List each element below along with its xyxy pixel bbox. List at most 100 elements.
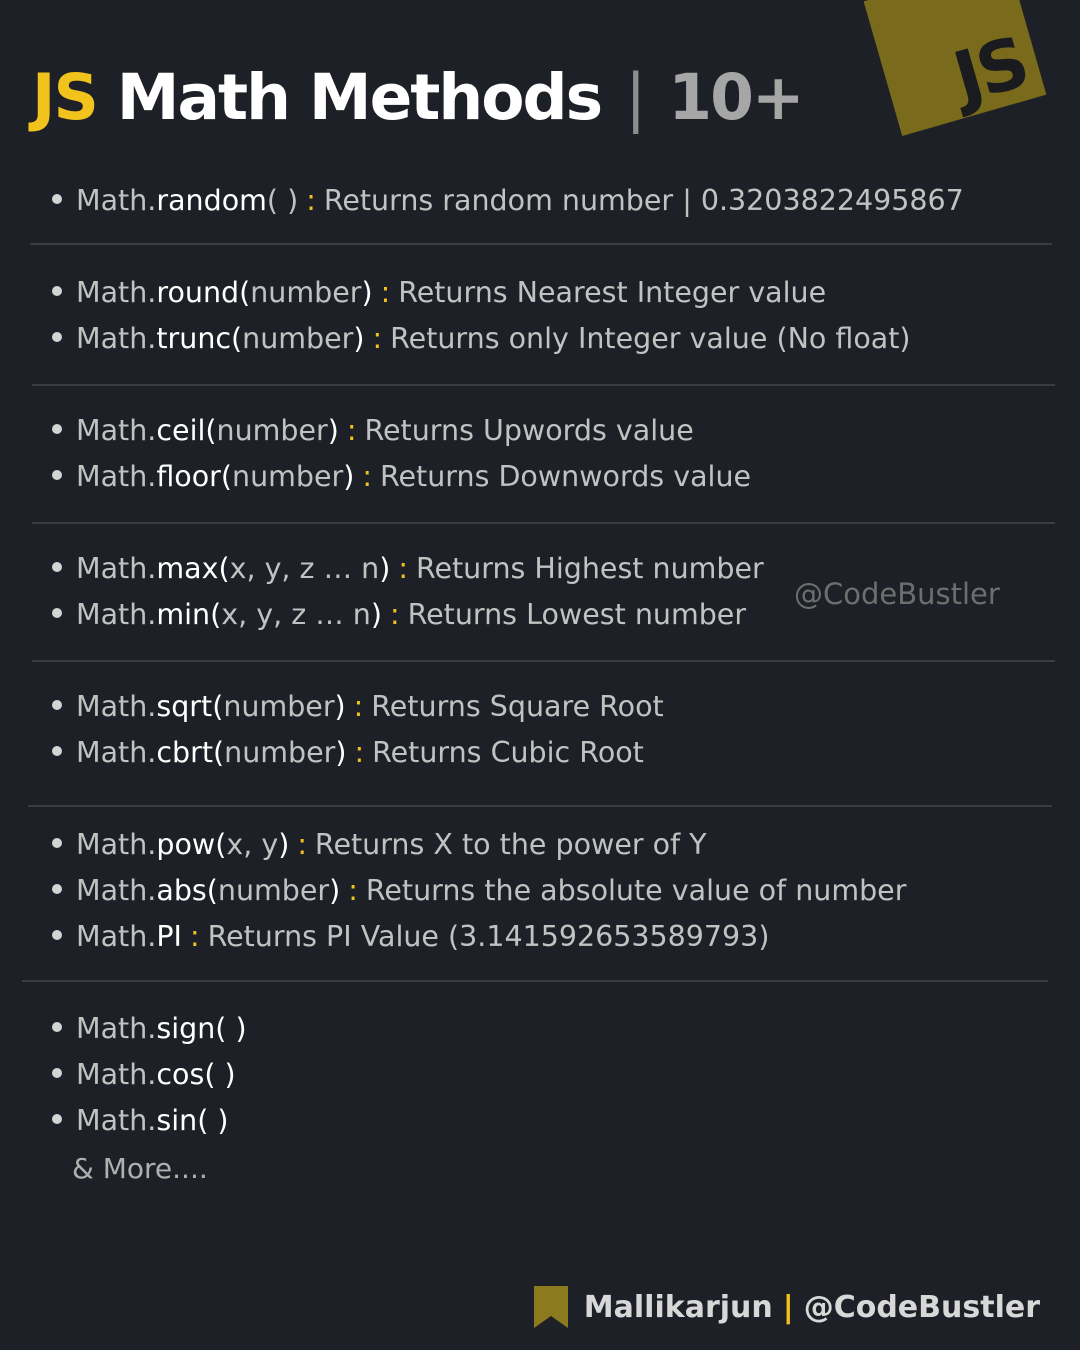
method-object: Math. (76, 874, 157, 907)
method-object: Math. (76, 690, 157, 723)
method-args: number (250, 276, 362, 309)
bullet-icon (52, 424, 62, 434)
method-name: ceil( (156, 414, 217, 447)
bullet-icon (52, 332, 62, 342)
method-object: Math. (76, 1058, 157, 1091)
method-name: sin( ) (156, 1104, 229, 1137)
bullet-icon (52, 746, 62, 756)
method-colon: : (362, 460, 372, 493)
more-text: & More.... (72, 1152, 208, 1185)
method-args: number (232, 460, 344, 493)
method-colon: : (354, 736, 365, 769)
method-description: Returns Lowest number (407, 598, 747, 631)
method-item: Math.PI: Returns PI Value (3.141592653589… (52, 914, 769, 960)
bullet-icon (52, 562, 62, 572)
method-item: Math.cos( ) (52, 1052, 236, 1098)
js-logo-text: JS (945, 21, 1036, 120)
method-paren: ) (327, 414, 339, 447)
footer-separator: | (782, 1289, 794, 1325)
method-item: Math.pow(x, y): Returns X to the power of… (52, 822, 707, 868)
bullet-icon (52, 286, 62, 296)
bullet-icon (52, 700, 62, 710)
title-js: JS (32, 61, 99, 134)
method-name: round( (156, 276, 251, 309)
method-colon: : (389, 598, 400, 631)
method-paren: ) (353, 322, 365, 355)
bullet-icon (52, 1022, 62, 1032)
method-object: Math. (76, 1012, 157, 1045)
method-item: Math.max(x, y, z … n): Returns Highest nu… (52, 546, 764, 592)
method-name: PI (156, 920, 182, 953)
method-paren: ) (278, 828, 290, 861)
method-object: Math. (76, 414, 157, 447)
method-colon: : (306, 184, 316, 217)
method-object: Math. (76, 460, 157, 493)
group-divider (32, 660, 1055, 662)
method-description: Returns Nearest Integer value (398, 276, 827, 309)
footer-author: Mallikarjun (583, 1289, 773, 1325)
method-item: Math.ceil(number): Returns Upwords value (52, 408, 694, 454)
method-args: number (216, 414, 328, 447)
method-description: Returns PI Value (3.141592653589793) (207, 920, 770, 953)
method-name: sqrt( (156, 690, 224, 723)
method-item: Math.abs(number): Returns the absolute va… (52, 868, 906, 914)
method-colon: : (353, 690, 364, 723)
footer: Mallikarjun | @CodeBustler (533, 1282, 1040, 1332)
method-object: Math. (76, 1104, 157, 1137)
method-name: min( (156, 598, 222, 631)
method-object: Math. (76, 828, 157, 861)
method-colon: : (348, 874, 358, 907)
method-args: number (223, 690, 335, 723)
method-description: Returns the absolute value of number (365, 874, 907, 907)
method-description: Returns Highest number (415, 552, 764, 585)
group-divider (32, 522, 1055, 524)
bullet-icon (52, 608, 62, 618)
method-description: Returns Downwords value (380, 460, 752, 493)
method-colon: : (380, 276, 391, 309)
title-main: Math Methods (116, 61, 603, 134)
method-args: number (242, 322, 354, 355)
method-name: floor( (156, 460, 233, 493)
method-name: random (156, 184, 267, 217)
method-colon: : (297, 828, 307, 861)
method-object: Math. (76, 598, 157, 631)
method-description: Returns Cubic Root (372, 736, 644, 769)
method-item: Math.sign( ) (52, 1006, 247, 1052)
method-item: Math.round(number): Returns Nearest Integ… (52, 270, 826, 316)
method-name: max( (156, 552, 230, 585)
method-args: number (224, 736, 336, 769)
method-paren: ) (361, 276, 373, 309)
bullet-icon (52, 930, 62, 940)
method-args: x, y, z … n (221, 598, 371, 631)
method-item: Math.min(x, y, z … n): Returns Lowest num… (52, 592, 746, 638)
method-item: Math.random( ): Returns random number | 0… (52, 178, 964, 224)
method-args: x, y, z … n (229, 552, 380, 585)
method-paren: ) (343, 460, 355, 493)
method-paren: ) (370, 598, 382, 631)
method-colon: : (398, 552, 408, 585)
method-description: Returns Upwords value (364, 414, 694, 447)
method-colon: : (372, 322, 383, 355)
method-object: Math. (76, 920, 157, 953)
method-name: cos( ) (156, 1058, 236, 1091)
bullet-icon (52, 884, 62, 894)
page-title: JS Math Methods | 10+ (32, 58, 805, 138)
method-args: number (217, 874, 330, 907)
method-description: Returns Square Root (371, 690, 664, 723)
method-colon: : (346, 414, 357, 447)
title-separator: | (625, 61, 646, 134)
group-divider (22, 980, 1048, 982)
group-divider (32, 384, 1055, 386)
bullet-icon (52, 1114, 62, 1124)
method-item: Math.floor(number): Returns Downwords val… (52, 454, 751, 500)
method-name: trunc( (156, 322, 243, 355)
method-item: Math.cbrt(number): Returns Cubic Root (52, 730, 644, 776)
group-divider (30, 243, 1052, 245)
method-object: Math. (76, 736, 157, 769)
group-divider (28, 805, 1052, 807)
method-object: Math. (76, 184, 157, 217)
method-name: sign( ) (156, 1012, 247, 1045)
method-object: Math. (76, 276, 157, 309)
method-args: ( ) (266, 184, 299, 217)
bullet-icon (52, 470, 62, 480)
